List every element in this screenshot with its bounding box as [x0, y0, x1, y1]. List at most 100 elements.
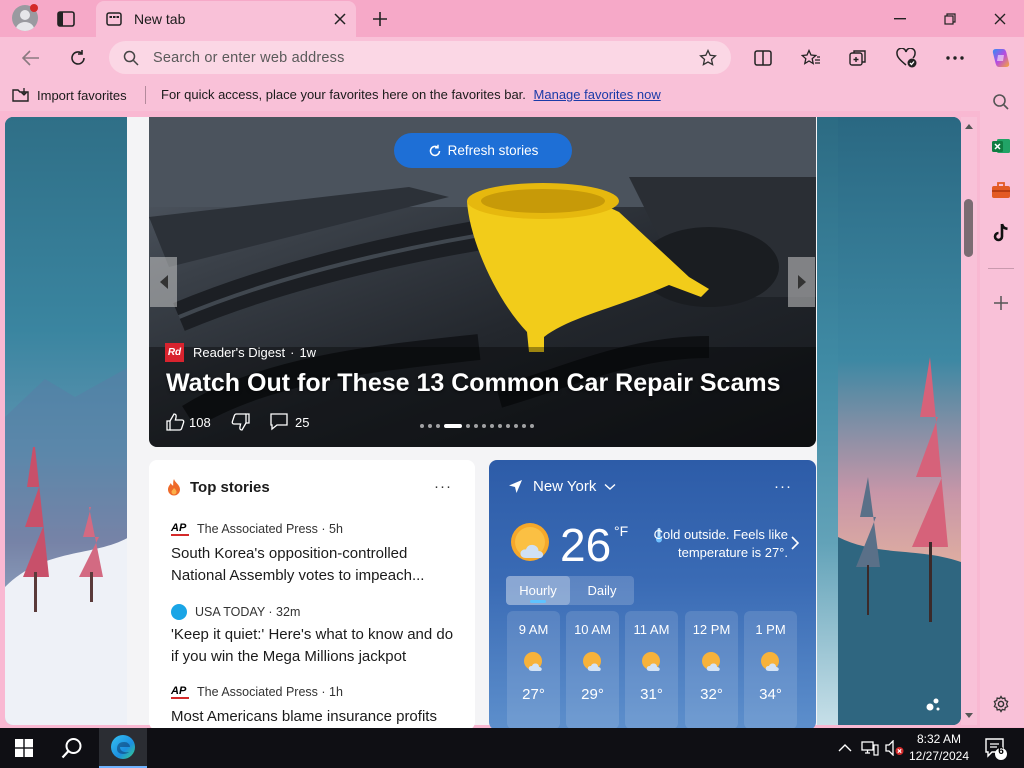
collections-icon[interactable] — [843, 44, 873, 72]
hourly-forecast[interactable]: 10 AM 29° — [566, 611, 619, 729]
tiktok-icon[interactable] — [987, 219, 1015, 247]
back-button[interactable] — [16, 44, 46, 72]
carousel-dot[interactable] — [498, 424, 502, 428]
hourly-forecast[interactable]: 1 PM 34° — [744, 611, 797, 729]
carousel-dot[interactable] — [466, 424, 470, 428]
partly-sunny-icon — [523, 652, 542, 671]
close-window-button[interactable] — [975, 0, 1024, 37]
import-favorites-button[interactable]: Import favorites — [12, 84, 127, 106]
sidebar-search-icon[interactable] — [987, 88, 1015, 116]
split-screen-icon[interactable] — [748, 44, 778, 72]
story-title[interactable]: Most Americans blame insurance profits — [171, 706, 461, 726]
ap-logo: AP — [171, 522, 189, 536]
sidebar-settings-icon[interactable] — [987, 690, 1015, 718]
top-stories-more-icon[interactable]: ··· — [432, 478, 454, 495]
system-tray — [838, 728, 905, 768]
clock[interactable]: 8:32 AM 12/27/2024 — [906, 731, 972, 765]
hero-source[interactable]: Rd Reader's Digest · 1w — [165, 343, 316, 362]
carousel-dot[interactable] — [514, 424, 518, 428]
excel-icon[interactable] — [987, 132, 1015, 160]
address-bar[interactable]: Search or enter web address — [109, 41, 731, 74]
story-source-name: The Associated Press · 1h — [197, 685, 343, 699]
forecast-temp: 27° — [522, 686, 545, 703]
hero-dot: · — [290, 345, 295, 360]
carousel-dot[interactable] — [420, 424, 424, 428]
refresh-stories-button[interactable]: Refresh stories — [394, 133, 572, 168]
carousel-dot[interactable] — [506, 424, 510, 428]
story-source-name: The Associated Press · 5h — [197, 522, 343, 536]
start-button[interactable] — [0, 728, 48, 768]
close-tab-icon[interactable] — [334, 13, 346, 25]
story-source: USA TODAY · 32m — [171, 604, 300, 620]
chevron-down-icon — [604, 483, 616, 490]
copilot-icon[interactable] — [986, 44, 1016, 72]
new-tab-button[interactable] — [366, 5, 394, 33]
carousel-prev-button[interactable] — [150, 257, 177, 307]
add-sidebar-app-icon[interactable] — [987, 289, 1015, 317]
hourly-forecast[interactable]: 9 AM 27° — [507, 611, 560, 729]
manage-favorites-link[interactable]: Manage favorites now — [534, 87, 661, 102]
hero-source-name: Reader's Digest — [193, 345, 286, 360]
carousel-dot[interactable] — [428, 424, 432, 428]
tab-hourly[interactable]: Hourly — [506, 576, 570, 605]
favorites-divider — [145, 86, 146, 104]
browser-essentials-icon[interactable] — [892, 44, 922, 72]
favorites-icon[interactable] — [796, 44, 826, 72]
hero-title[interactable]: Watch Out for These 13 Common Car Repair… — [166, 369, 781, 398]
temperature-unit[interactable]: °F — [614, 523, 628, 539]
more-options-icon[interactable] — [940, 44, 970, 72]
taskbar-search-button[interactable] — [48, 728, 96, 768]
restore-button[interactable] — [925, 0, 975, 37]
refresh-button[interactable] — [63, 44, 93, 72]
like-button[interactable]: 108 — [166, 413, 211, 431]
carousel-dot[interactable] — [444, 424, 462, 428]
carousel-dot[interactable] — [490, 424, 494, 428]
new-tab-page-icon — [106, 11, 122, 27]
refresh-stories-label: Refresh stories — [447, 143, 539, 158]
tab-daily[interactable]: Daily — [570, 576, 634, 605]
carousel-dot[interactable] — [482, 424, 486, 428]
weather-more-icon[interactable]: ··· — [772, 478, 794, 495]
top-stories-header: Top stories — [166, 478, 270, 496]
network-icon[interactable] — [861, 740, 879, 756]
carousel-dot[interactable] — [530, 424, 534, 428]
usa-today-logo — [171, 604, 187, 620]
profile-alert-dot — [30, 4, 38, 12]
carousel-next-button[interactable] — [788, 257, 815, 307]
tab-actions-icon[interactable] — [52, 6, 80, 32]
hourly-forecast[interactable]: 11 AM 31° — [625, 611, 678, 729]
dislike-button[interactable] — [231, 413, 250, 431]
story-title[interactable]: 'Keep it quiet:' Here's what to know and… — [171, 624, 461, 668]
forecast-time: 12 PM — [692, 622, 731, 637]
hourly-forecast[interactable]: 12 PM 32° — [685, 611, 738, 729]
forecast-temp: 29° — [581, 686, 604, 703]
notifications-button[interactable]: 6 — [983, 736, 1007, 760]
page-settings-sparkle-icon[interactable] — [924, 696, 942, 714]
flame-icon — [168, 479, 180, 496]
carousel-dot[interactable] — [522, 424, 526, 428]
carousel-indicator[interactable] — [420, 424, 534, 428]
weather-location-selector[interactable]: New York — [508, 478, 616, 495]
volume-muted-icon[interactable] — [885, 740, 905, 756]
minimize-button[interactable] — [875, 0, 925, 37]
show-hidden-icons-icon[interactable] — [838, 743, 852, 753]
scrollbar-thumb[interactable] — [964, 199, 973, 257]
taskbar-edge-button[interactable] — [99, 728, 147, 768]
story-source: AP The Associated Press · 5h — [171, 522, 343, 536]
tab-new-tab[interactable]: New tab — [96, 1, 356, 37]
carousel-dot[interactable] — [474, 424, 478, 428]
carousel-dot[interactable] — [436, 424, 440, 428]
weather-next-icon[interactable] — [790, 536, 800, 550]
favorite-star-icon[interactable] — [699, 48, 717, 67]
story-title[interactable]: South Korea's opposition-controlled Nati… — [171, 543, 461, 587]
partly-sunny-icon — [511, 523, 549, 561]
forecast-time: 9 AM — [518, 622, 549, 637]
address-input[interactable]: Search or enter web address — [153, 50, 699, 66]
comments-button[interactable]: 25 — [269, 413, 309, 431]
background-left — [5, 117, 129, 725]
tools-icon[interactable] — [987, 176, 1015, 204]
partly-sunny-icon — [760, 652, 779, 671]
edge-icon — [111, 735, 135, 759]
story-source: AP The Associated Press · 1h — [171, 685, 343, 699]
clock-time: 8:32 AM — [916, 732, 962, 746]
